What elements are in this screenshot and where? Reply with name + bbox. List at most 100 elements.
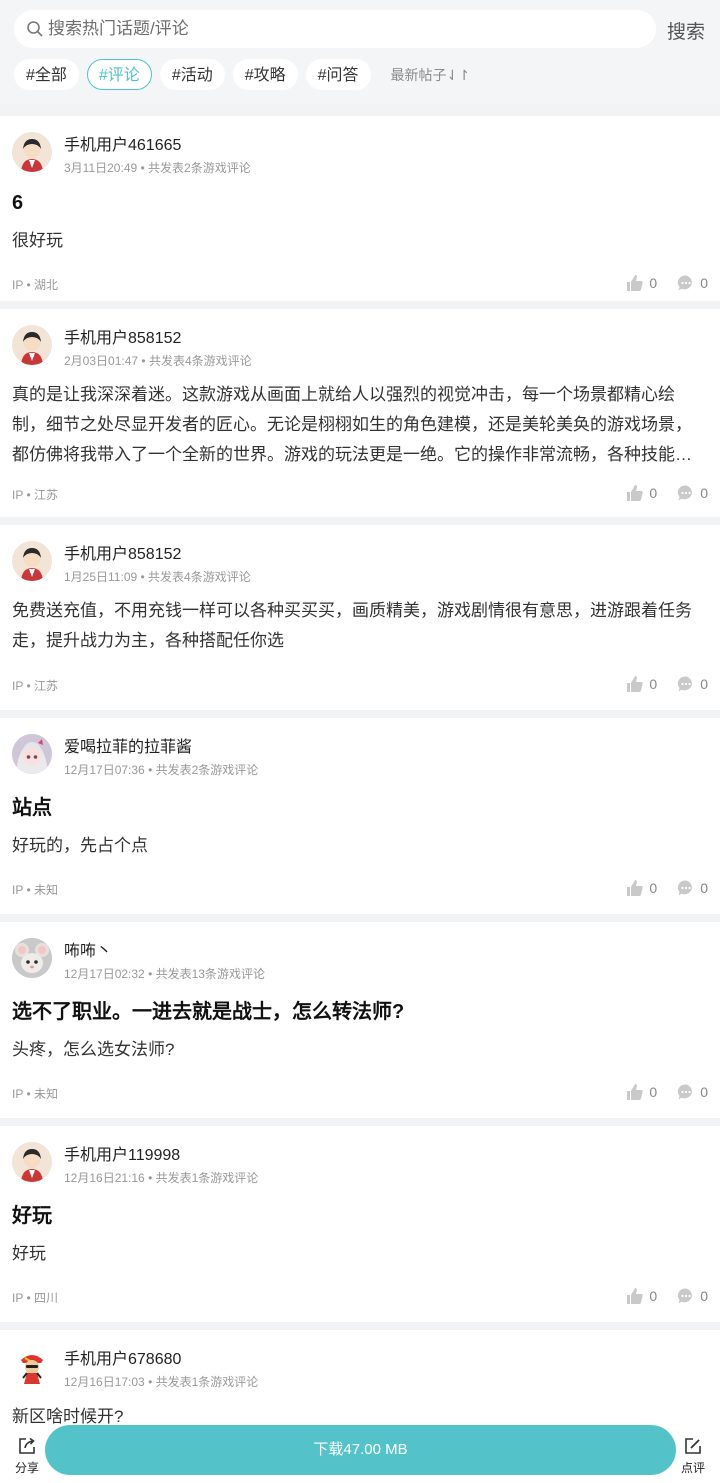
avatar[interactable] (12, 325, 52, 365)
post-content: 6 很好玩 (12, 190, 704, 256)
comment-button[interactable]: 0 (677, 484, 708, 502)
comment-count: 0 (700, 1288, 708, 1304)
tab-events[interactable]: #活动 (159, 59, 225, 90)
thumbs-up-icon (627, 485, 644, 501)
post-meta: 12月16日21:16 • 共发表1条游戏评论 (64, 1171, 259, 1185)
review-label: 点评 (680, 1461, 705, 1475)
post-card[interactable]: 手机用户119998 12月16日21:16 • 共发表1条游戏评论 好玩 好玩… (0, 1126, 720, 1322)
post-stats: 0 0 (606, 879, 708, 897)
comment-button[interactable]: 0 (677, 1287, 708, 1305)
post-content: 选不了职业。一进去就是战士，怎么转法师? 头疼，怎么选女法师? (12, 999, 704, 1065)
comment-icon (678, 1084, 693, 1100)
like-count: 0 (649, 676, 658, 692)
post-body: 免费送充值，不用充钱一样可以各种买买买，画质精美，游戏剧情很有意思，进游跟着任务… (12, 601, 692, 650)
top-bar: 搜索 #全部 #评论 #活动 #攻略 #问答 最新帖子⇃↾ (0, 0, 720, 104)
comment-count: 0 (700, 485, 708, 501)
post-meta: 3月11日20:49 • 共发表2条游戏评论 (64, 161, 251, 175)
review-button[interactable]: 点评 (678, 1436, 708, 1476)
like-count: 0 (649, 880, 658, 896)
ip-location: IP • 江苏 (12, 488, 58, 502)
search-box[interactable] (14, 10, 656, 48)
ip-location: IP • 四川 (12, 1291, 58, 1305)
post-time: 12月16日17:03 (64, 1375, 145, 1389)
post-content: 真的是让我深深着迷。这款游戏从画面上就给人以强烈的视觉冲击，每一个场景都精心绘制… (12, 380, 704, 470)
thumbs-up-icon (627, 275, 644, 291)
comment-button[interactable]: 0 (677, 274, 708, 292)
post-time: 12月17日07:36 (64, 763, 145, 777)
comment-count: 0 (700, 676, 708, 692)
username[interactable]: 手机用户461665 (64, 131, 181, 155)
review-count: 共发表2条游戏评论 (148, 161, 251, 175)
username[interactable]: 手机用户119998 (64, 1141, 180, 1165)
default-avatar-icon (12, 325, 52, 365)
search-input[interactable] (48, 19, 608, 39)
post-card[interactable]: 咘咘丶 12月17日02:32 • 共发表13条游戏评论 选不了职业。一进去就是… (0, 922, 720, 1118)
comment-count: 0 (700, 275, 708, 291)
tab-qa[interactable]: #问答 (305, 59, 371, 90)
post-title: 站点 (12, 797, 52, 819)
post-footer: IP • 江苏 0 0 (12, 675, 708, 695)
avatar[interactable] (12, 1142, 52, 1182)
comment-button[interactable]: 0 (677, 879, 708, 897)
post-meta: 2月03日01:47 • 共发表4条游戏评论 (64, 354, 252, 368)
post-body: 真的是让我深深着迷。这款游戏从画面上就给人以强烈的视觉冲击，每一个场景都精心绘制… (12, 385, 692, 464)
post-meta: 1月25日11:09 • 共发表4条游戏评论 (64, 570, 251, 584)
post-stats: 0 0 (606, 274, 708, 292)
post-card[interactable]: 手机用户461665 3月11日20:49 • 共发表2条游戏评论 6 很好玩 … (0, 116, 720, 301)
username[interactable]: 咘咘丶 (64, 937, 112, 961)
search-button[interactable]: 搜索 (667, 17, 705, 44)
search-icon (27, 21, 43, 37)
sort-toggle[interactable]: 最新帖子⇃↾ (391, 65, 470, 85)
ip-location: IP • 未知 (12, 1087, 58, 1101)
username[interactable]: 爱喝拉菲的拉菲酱 (64, 733, 192, 757)
post-footer: IP • 未知 0 0 (12, 879, 708, 899)
thumbs-up-icon (627, 1084, 644, 1100)
thumbs-up-icon (627, 1288, 644, 1304)
thumbs-up-icon (627, 880, 644, 896)
ip-location: IP • 未知 (12, 883, 58, 897)
comment-button[interactable]: 0 (677, 675, 708, 693)
avatar[interactable] (12, 132, 52, 172)
post-card[interactable]: 手机用户858152 1月25日11:09 • 共发表4条游戏评论 免费送充值，… (0, 525, 720, 710)
comment-icon (678, 485, 693, 501)
post-card[interactable]: 手机用户858152 2月03日01:47 • 共发表4条游戏评论 真的是让我深… (0, 309, 720, 517)
post-stats: 0 0 (606, 675, 708, 693)
anime-avatar-icon (12, 734, 52, 774)
avatar[interactable] (12, 938, 52, 978)
avatar[interactable] (12, 1346, 52, 1386)
post-footer: IP • 四川 0 0 (12, 1287, 708, 1307)
download-button[interactable]: 下载47.00 MB (45, 1425, 676, 1475)
tab-all[interactable]: #全部 (14, 59, 79, 90)
ip-location: IP • 湖北 (12, 278, 58, 292)
mouse-avatar-icon (12, 938, 52, 978)
like-count: 0 (649, 1288, 658, 1304)
like-button[interactable]: 0 (626, 879, 657, 897)
post-body: 好玩 (12, 1244, 46, 1263)
username[interactable]: 手机用户678680 (64, 1345, 181, 1369)
like-button[interactable]: 0 (626, 1287, 657, 1305)
username[interactable]: 手机用户858152 (64, 324, 181, 348)
like-button[interactable]: 0 (626, 274, 657, 292)
like-count: 0 (649, 1084, 658, 1100)
review-count: 共发表13条游戏评论 (155, 967, 265, 981)
post-card[interactable]: 爱喝拉菲的拉菲酱 12月17日07:36 • 共发表2条游戏评论 站点 好玩的，… (0, 718, 720, 914)
avatar[interactable] (12, 734, 52, 774)
like-button[interactable]: 0 (626, 1083, 657, 1101)
post-title: 6 (12, 192, 24, 214)
post-meta: 12月17日02:32 • 共发表13条游戏评论 (64, 967, 265, 981)
thumbs-up-icon (627, 676, 644, 692)
post-meta: 12月17日07:36 • 共发表2条游戏评论 (64, 763, 259, 777)
post-meta: 12月16日17:03 • 共发表1条游戏评论 (64, 1375, 259, 1389)
tab-reviews[interactable]: #评论 (86, 59, 152, 90)
post-content: 站点 好玩的，先占个点 (12, 795, 704, 861)
share-button[interactable]: 分享 (12, 1436, 42, 1476)
comment-button[interactable]: 0 (677, 1083, 708, 1101)
avatar[interactable] (12, 541, 52, 581)
comment-icon (678, 880, 693, 896)
bottom-action-bar: 分享 下载47.00 MB 点评 (0, 1422, 720, 1483)
like-button[interactable]: 0 (626, 675, 657, 693)
like-button[interactable]: 0 (626, 484, 657, 502)
comment-count: 0 (700, 880, 708, 896)
tab-guides[interactable]: #攻略 (232, 59, 298, 90)
username[interactable]: 手机用户858152 (64, 540, 181, 564)
